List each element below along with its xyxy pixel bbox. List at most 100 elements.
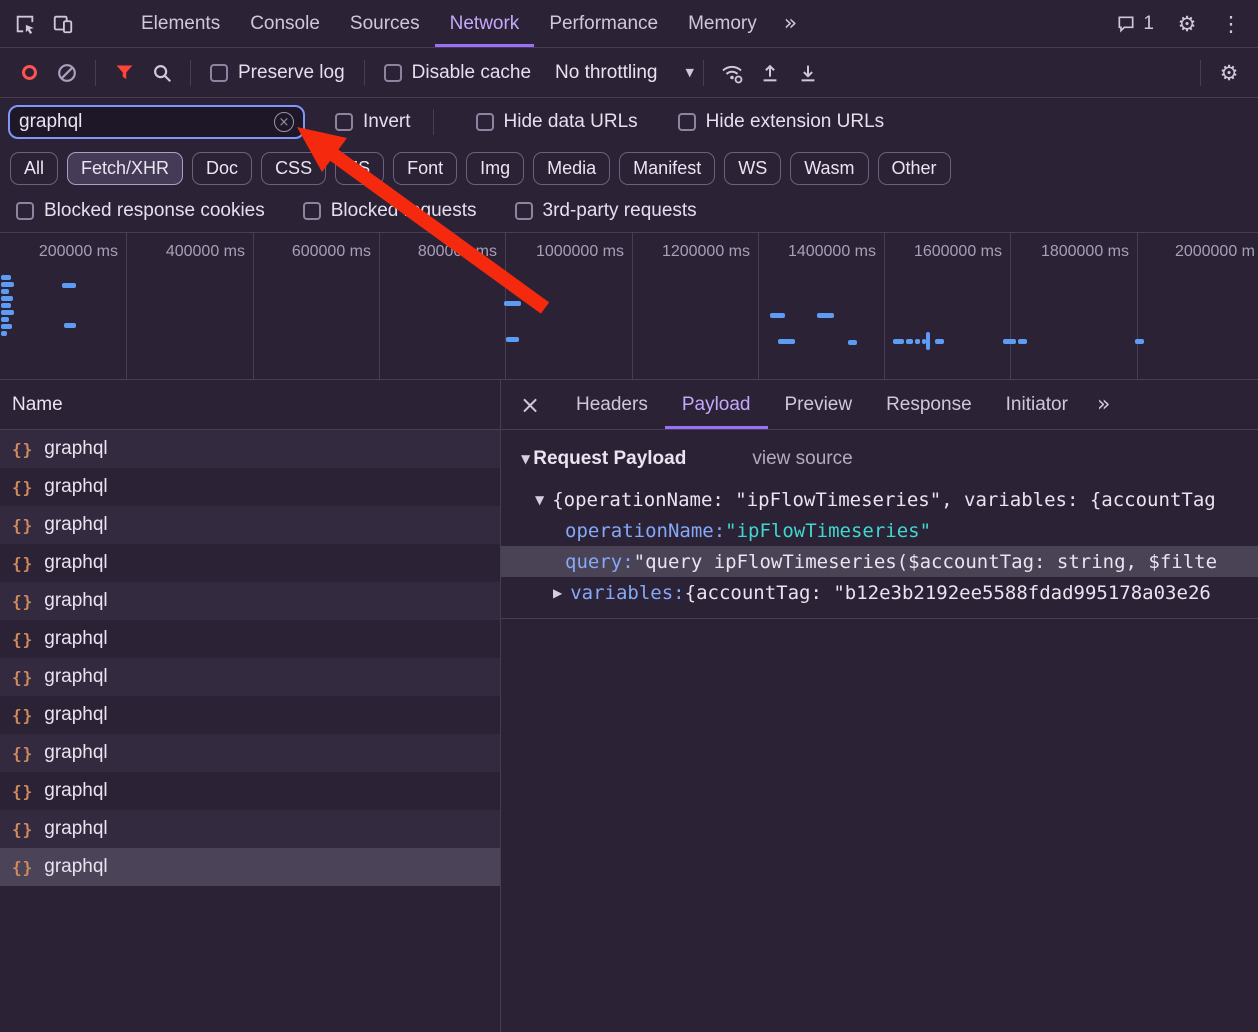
- waterfall-bar: [1, 317, 9, 322]
- export-har-button[interactable]: [789, 62, 827, 84]
- waterfall-bar: [64, 323, 76, 328]
- clear-icon: [58, 63, 76, 82]
- timeline-tick-label: 1600000 ms: [913, 243, 1002, 260]
- payload-entry-variables[interactable]: ▶ variables: {accountTag: "b12e3b2192ee55…: [501, 577, 1258, 608]
- inspect-element-button[interactable]: [6, 0, 44, 47]
- device-toolbar-button[interactable]: [44, 0, 82, 47]
- more-panels-button[interactable]: »: [772, 0, 809, 47]
- settings-button[interactable]: ⚙: [1168, 12, 1206, 36]
- payload-value: "query ipFlowTimeseries($accountTag: str…: [633, 550, 1218, 573]
- payload-value: "ipFlowTimeseries": [725, 519, 932, 542]
- tab-sources[interactable]: Sources: [335, 0, 435, 47]
- json-braces-icon: {}: [12, 439, 34, 459]
- invert-checkbox[interactable]: Invert: [335, 111, 411, 133]
- filter-chip-ws[interactable]: WS: [724, 151, 782, 185]
- search-icon: [154, 64, 172, 82]
- view-source-link[interactable]: view source: [752, 448, 852, 470]
- filter-chip-wasm[interactable]: Wasm: [790, 151, 869, 185]
- hide-data-urls-checkbox[interactable]: Hide data URLs: [475, 111, 638, 133]
- kebab-menu-button[interactable]: ⋮: [1212, 12, 1250, 36]
- hide-extension-urls-checkbox[interactable]: Hide extension URLs: [677, 111, 884, 133]
- close-details-button[interactable]: ×: [501, 380, 559, 429]
- filter-chip-all[interactable]: All: [10, 151, 59, 185]
- tab-network[interactable]: Network: [434, 0, 535, 47]
- device-toolbar-icon: [53, 15, 73, 33]
- throttling-select[interactable]: No throttling ▼: [555, 62, 694, 84]
- search-button[interactable]: [143, 62, 181, 84]
- request-row[interactable]: {} graphql: [0, 658, 500, 696]
- expander-icon[interactable]: ▼: [535, 493, 544, 507]
- disable-cache-checkbox[interactable]: Disable cache: [383, 62, 531, 84]
- request-row[interactable]: {} graphql: [0, 620, 500, 658]
- clear-filter-icon[interactable]: ×: [274, 112, 294, 132]
- blocked-response-cookies-label: Blocked response cookies: [44, 200, 265, 221]
- toolbar-divider: [190, 59, 191, 86]
- import-har-button[interactable]: [751, 62, 789, 84]
- more-detail-tabs-button[interactable]: »: [1085, 380, 1122, 429]
- filter-chip-doc[interactable]: Doc: [192, 151, 253, 185]
- filter-chip-js[interactable]: JS: [335, 151, 385, 185]
- network-settings-button[interactable]: ⚙: [1210, 61, 1248, 85]
- third-party-requests-checkbox[interactable]: 3rd-party requests: [514, 200, 697, 222]
- detail-tab-response[interactable]: Response: [869, 380, 989, 429]
- issues-button[interactable]: 1: [1108, 13, 1162, 35]
- filter-chip-css[interactable]: CSS: [261, 151, 327, 185]
- blocked-response-cookies-checkbox[interactable]: Blocked response cookies: [16, 200, 265, 222]
- request-name: graphql: [44, 590, 108, 611]
- filter-input[interactable]: [19, 111, 274, 133]
- network-options-row: Blocked response cookies Blocked request…: [0, 190, 1258, 233]
- request-row[interactable]: {} graphql: [0, 430, 500, 468]
- filter-chip-other[interactable]: Other: [877, 151, 951, 185]
- inspect-icon: [16, 15, 34, 34]
- network-conditions-button[interactable]: [713, 61, 751, 85]
- preserve-log-checkbox[interactable]: Preserve log: [210, 62, 345, 84]
- toolbar-divider: [363, 59, 365, 86]
- request-row[interactable]: {} graphql: [0, 734, 500, 772]
- tab-console[interactable]: Console: [235, 0, 335, 47]
- tab-performance[interactable]: Performance: [534, 0, 673, 47]
- timeline-tick-label: 1800000 ms: [1040, 243, 1129, 260]
- filter-chip-font[interactable]: Font: [393, 151, 458, 185]
- blocked-requests-checkbox[interactable]: Blocked requests: [302, 200, 477, 222]
- payload-entry-query[interactable]: query: "query ipFlowTimeseries($accountT…: [501, 546, 1258, 577]
- toolbar-divider: [702, 59, 704, 86]
- filter-chip-media[interactable]: Media: [533, 151, 611, 185]
- clear-network-log-button[interactable]: [48, 62, 86, 84]
- request-row[interactable]: {} graphql: [0, 696, 500, 734]
- request-row[interactable]: {} graphql: [0, 848, 500, 886]
- expander-icon[interactable]: ▶: [553, 586, 562, 600]
- filter-chip-fetch-xhr[interactable]: Fetch/XHR: [67, 151, 184, 185]
- payload-entry-operationName[interactable]: operationName: "ipFlowTimeseries": [501, 515, 1258, 546]
- request-row[interactable]: {} graphql: [0, 582, 500, 620]
- waterfall-bar: [1018, 339, 1027, 344]
- waterfall-bar: [1135, 339, 1144, 344]
- waterfall-bar: [1003, 339, 1016, 344]
- tab-elements[interactable]: Elements: [126, 0, 235, 47]
- detail-tab-preview[interactable]: Preview: [768, 380, 870, 429]
- json-braces-icon: {}: [12, 781, 34, 801]
- request-row[interactable]: {} graphql: [0, 772, 500, 810]
- issues-count: 1: [1143, 12, 1154, 34]
- request-row[interactable]: {} graphql: [0, 468, 500, 506]
- dropdown-arrow-icon: ▼: [685, 66, 694, 79]
- tab-memory[interactable]: Memory: [673, 0, 772, 47]
- detail-tab-initiator[interactable]: Initiator: [989, 380, 1085, 429]
- checkbox-icon: [302, 202, 321, 220]
- detail-tab-headers[interactable]: Headers: [559, 380, 665, 429]
- filter-chip-img[interactable]: Img: [466, 151, 525, 185]
- top-bar-right-controls: 1 ⚙ ⋮: [1108, 0, 1258, 47]
- detail-tab-payload[interactable]: Payload: [664, 380, 768, 429]
- record-network-log-button[interactable]: [10, 65, 48, 80]
- filter-toggle-button[interactable]: [105, 62, 143, 83]
- expander-icon[interactable]: ▼: [521, 452, 530, 466]
- filter-chip-manifest[interactable]: Manifest: [619, 151, 716, 185]
- timeline-overview[interactable]: 200000 ms 400000 ms 600000 ms 800000 ms 1000…: [0, 233, 1258, 380]
- request-row[interactable]: {} graphql: [0, 544, 500, 582]
- request-row[interactable]: {} graphql: [0, 506, 500, 544]
- name-column-header[interactable]: Name: [0, 380, 500, 430]
- request-row[interactable]: {} graphql: [0, 810, 500, 848]
- payload-summary-row[interactable]: ▼ {operationName: "ipFlowTimeseries", va…: [501, 484, 1258, 515]
- waterfall-bar: [1, 310, 14, 315]
- upload-icon: [763, 64, 777, 81]
- payload-key: operationName:: [565, 519, 726, 542]
